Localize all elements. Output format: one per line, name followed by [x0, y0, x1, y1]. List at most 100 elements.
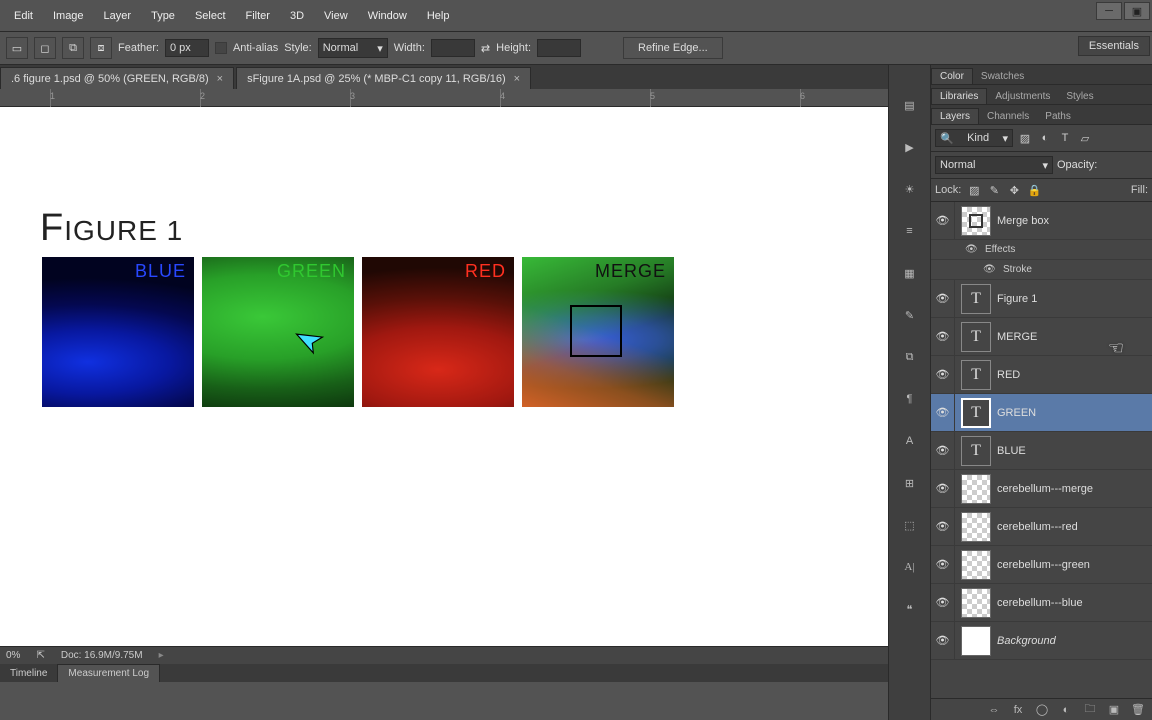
doc-tab-2[interactable]: sFigure 1A.psd @ 25% (* MBP-C1 copy 11, …: [236, 67, 531, 89]
glyphs-icon[interactable]: ⊞: [898, 471, 922, 495]
layer-blue-text[interactable]: 👁 T BLUE: [931, 432, 1152, 470]
3d-icon[interactable]: ⬚: [898, 513, 922, 537]
type-icon[interactable]: A|: [898, 555, 922, 579]
menu-view[interactable]: View: [314, 10, 358, 22]
tab-channels[interactable]: Channels: [979, 109, 1037, 124]
visibility-icon[interactable]: 👁: [931, 470, 955, 507]
refine-edge-button[interactable]: Refine Edge...: [623, 37, 723, 59]
layer-green-text[interactable]: 👁 T GREEN: [931, 394, 1152, 432]
minimize-button[interactable]: ─: [1096, 2, 1122, 20]
selmode-sub-icon[interactable]: ⧈: [90, 37, 112, 59]
folder-icon[interactable]: 🗀: [1082, 702, 1098, 718]
feather-input[interactable]: [165, 39, 209, 57]
document-canvas[interactable]: FIGURE 1 BLUE GREEN RED MERGE: [0, 107, 912, 667]
lock-brush-icon[interactable]: ✎: [987, 183, 1001, 197]
visibility-icon[interactable]: 👁: [931, 622, 955, 659]
layer-merge-box[interactable]: 👁 Merge box: [931, 202, 1152, 240]
fx-icon[interactable]: fx: [1010, 702, 1026, 718]
export-icon[interactable]: ⇱: [36, 650, 44, 661]
adjustment-icon[interactable]: ◐: [1058, 702, 1074, 718]
new-layer-icon[interactable]: ▣: [1106, 702, 1122, 718]
menu-select[interactable]: Select: [185, 10, 236, 22]
menu-window[interactable]: Window: [358, 10, 417, 22]
menu-help[interactable]: Help: [417, 10, 460, 22]
filter-shape-icon[interactable]: ▱: [1077, 130, 1093, 146]
type-layer-icon: T: [961, 436, 991, 466]
menu-image[interactable]: Image: [43, 10, 94, 22]
close-icon[interactable]: ×: [514, 73, 520, 85]
menu-layer[interactable]: Layer: [94, 10, 142, 22]
maximize-button[interactable]: ▣: [1124, 2, 1150, 20]
height-input[interactable]: [537, 39, 581, 57]
layer-cereb-blue[interactable]: 👁 cerebellum---blue: [931, 584, 1152, 622]
play-icon[interactable]: ▶: [898, 135, 922, 159]
menu-3d[interactable]: 3D: [280, 10, 314, 22]
marquee-tool-icon[interactable]: ▭: [6, 37, 28, 59]
filter-adjust-icon[interactable]: ◐: [1037, 130, 1053, 146]
properties-icon[interactable]: ▦: [898, 261, 922, 285]
layer-red-text[interactable]: 👁 T RED: [931, 356, 1152, 394]
layer-background[interactable]: 👁 Background: [931, 622, 1152, 660]
clone-icon[interactable]: ⧉: [898, 345, 922, 369]
visibility-icon[interactable]: 👁: [965, 244, 979, 255]
swap-icon[interactable]: ⇄: [481, 42, 490, 55]
selmode-new-icon[interactable]: ◻: [34, 37, 56, 59]
tab-adjustments[interactable]: Adjustments: [987, 89, 1058, 104]
layer-cereb-green[interactable]: 👁 cerebellum---green: [931, 546, 1152, 584]
paragraph-icon[interactable]: ¶: [898, 387, 922, 411]
tab-swatches[interactable]: Swatches: [973, 69, 1032, 84]
visibility-icon[interactable]: 👁: [931, 508, 955, 545]
filter-type-icon[interactable]: T: [1057, 130, 1073, 146]
brush-icon[interactable]: ✎: [898, 303, 922, 327]
chevron-right-icon[interactable]: ▸: [159, 650, 164, 661]
menu-type[interactable]: Type: [141, 10, 185, 22]
tab-color[interactable]: Color: [931, 68, 973, 84]
tab-styles[interactable]: Styles: [1058, 89, 1101, 104]
link-layers-icon[interactable]: ⇔: [986, 702, 1002, 718]
filter-kind-select[interactable]: 🔍 Kind ▾: [935, 129, 1013, 147]
tab-timeline[interactable]: Timeline: [0, 664, 57, 682]
doc-tab-1[interactable]: .6 figure 1.psd @ 50% (GREEN, RGB/8) ×: [0, 67, 234, 89]
width-input[interactable]: [431, 39, 475, 57]
antialias-checkbox[interactable]: [215, 42, 227, 54]
mask-icon[interactable]: ◯: [1034, 702, 1050, 718]
menu-filter[interactable]: Filter: [236, 10, 280, 22]
menu-edit[interactable]: Edit: [4, 10, 43, 22]
style-select[interactable]: Normal▾: [318, 38, 388, 58]
visibility-icon[interactable]: 👁: [931, 280, 955, 317]
tab-layers[interactable]: Layers: [931, 108, 979, 124]
lock-move-icon[interactable]: ✥: [1007, 183, 1021, 197]
visibility-icon[interactable]: 👁: [931, 432, 955, 469]
visibility-icon[interactable]: 👁: [931, 318, 955, 355]
visibility-icon[interactable]: 👁: [931, 202, 955, 239]
lock-pixels-icon[interactable]: ▨: [967, 183, 981, 197]
filter-pixel-icon[interactable]: ▨: [1017, 130, 1033, 146]
brightness-icon[interactable]: ☀: [898, 177, 922, 201]
character-icon[interactable]: A: [898, 429, 922, 453]
lock-all-icon[interactable]: 🔒: [1027, 183, 1041, 197]
layer-cereb-red[interactable]: 👁 cerebellum---red: [931, 508, 1152, 546]
visibility-icon[interactable]: 👁: [931, 584, 955, 621]
layer-merge-text[interactable]: 👁 T MERGE: [931, 318, 1152, 356]
layer-effect-stroke[interactable]: 👁 Stroke: [931, 260, 1152, 280]
workspace-switcher[interactable]: Essentials: [1078, 36, 1150, 56]
zoom-level[interactable]: 0%: [6, 650, 20, 661]
selmode-add-icon[interactable]: ⧉: [62, 37, 84, 59]
tab-paths[interactable]: Paths: [1037, 109, 1079, 124]
visibility-icon[interactable]: 👁: [931, 546, 955, 583]
layer-thumb: [961, 512, 991, 542]
layer-effects[interactable]: 👁 Effects: [931, 240, 1152, 260]
trash-icon[interactable]: 🗑: [1130, 702, 1146, 718]
visibility-icon[interactable]: 👁: [931, 394, 955, 431]
visibility-icon[interactable]: 👁: [983, 264, 997, 275]
history-icon[interactable]: ▤: [898, 93, 922, 117]
layer-cereb-merge[interactable]: 👁 cerebellum---merge: [931, 470, 1152, 508]
close-icon[interactable]: ×: [217, 73, 223, 85]
tab-measurement-log[interactable]: Measurement Log: [57, 664, 160, 682]
adjustments-icon[interactable]: ≡: [898, 219, 922, 243]
layer-figure1[interactable]: 👁 T Figure 1: [931, 280, 1152, 318]
tab-libraries[interactable]: Libraries: [931, 88, 987, 104]
visibility-icon[interactable]: 👁: [931, 356, 955, 393]
quote-icon[interactable]: ❝: [898, 597, 922, 621]
blend-mode-select[interactable]: Normal ▾: [935, 156, 1053, 174]
